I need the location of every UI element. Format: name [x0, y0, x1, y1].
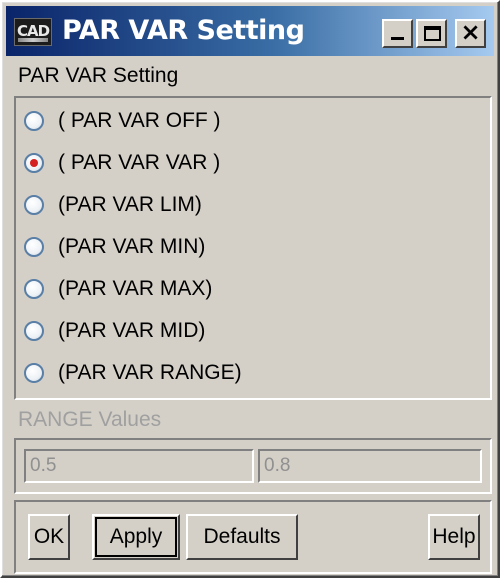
radio-button-icon[interactable]: [24, 195, 44, 215]
radio-label: (PAR VAR MID): [58, 319, 206, 342]
close-button[interactable]: ×: [455, 18, 486, 48]
par-var-radio-group: ( PAR VAR OFF ) ( PAR VAR VAR ) (PAR VAR…: [14, 96, 492, 400]
radio-button-icon[interactable]: [24, 279, 44, 299]
radio-option-off[interactable]: ( PAR VAR OFF ): [24, 104, 221, 138]
range-values-label: RANGE Values: [18, 408, 162, 431]
radio-option-min[interactable]: (PAR VAR MIN): [24, 230, 205, 264]
radio-label: (PAR VAR LIM): [58, 193, 202, 216]
radio-label: ( PAR VAR VAR ): [58, 151, 221, 174]
dialog-window: CAD PAR VAR Setting × PAR VAR Setting ( …: [0, 0, 500, 578]
range-max-input[interactable]: [258, 449, 482, 483]
dialog-button-bar: OK Apply Defaults Help: [14, 500, 492, 574]
radio-button-icon[interactable]: [24, 321, 44, 341]
maximize-button[interactable]: [416, 19, 447, 48]
app-icon-stripe: [18, 38, 48, 42]
help-button[interactable]: Help: [428, 514, 480, 560]
title-bar[interactable]: CAD PAR VAR Setting ×: [6, 6, 494, 56]
range-values-group: [14, 438, 492, 494]
range-min-input[interactable]: [24, 449, 254, 483]
apply-button[interactable]: Apply: [92, 514, 180, 560]
minimize-icon: [391, 37, 404, 40]
radio-button-icon[interactable]: [24, 363, 44, 383]
defaults-button[interactable]: Defaults: [186, 514, 298, 560]
radio-option-range[interactable]: (PAR VAR RANGE): [24, 356, 242, 390]
radio-option-var[interactable]: ( PAR VAR VAR ): [24, 146, 220, 180]
radio-label: (PAR VAR RANGE): [58, 361, 242, 384]
radio-option-mid[interactable]: (PAR VAR MID): [24, 314, 205, 348]
radio-label: ( PAR VAR OFF ): [58, 109, 221, 132]
radio-option-max[interactable]: (PAR VAR MAX): [24, 272, 212, 306]
radio-button-icon[interactable]: [24, 237, 44, 257]
radio-option-lim[interactable]: (PAR VAR LIM): [24, 188, 202, 222]
radio-label: (PAR VAR MIN): [58, 235, 206, 258]
maximize-icon: [424, 26, 441, 41]
radio-button-selected-icon[interactable]: [24, 153, 44, 173]
radio-button-icon[interactable]: [24, 111, 44, 131]
window-title: PAR VAR Setting: [62, 15, 305, 46]
close-icon: ×: [460, 18, 481, 46]
minimize-button[interactable]: [382, 19, 413, 48]
cad-app-icon[interactable]: CAD: [14, 18, 52, 46]
section-label: PAR VAR Setting: [18, 64, 179, 87]
ok-button[interactable]: OK: [28, 514, 70, 560]
radio-label: (PAR VAR MAX): [58, 277, 213, 300]
